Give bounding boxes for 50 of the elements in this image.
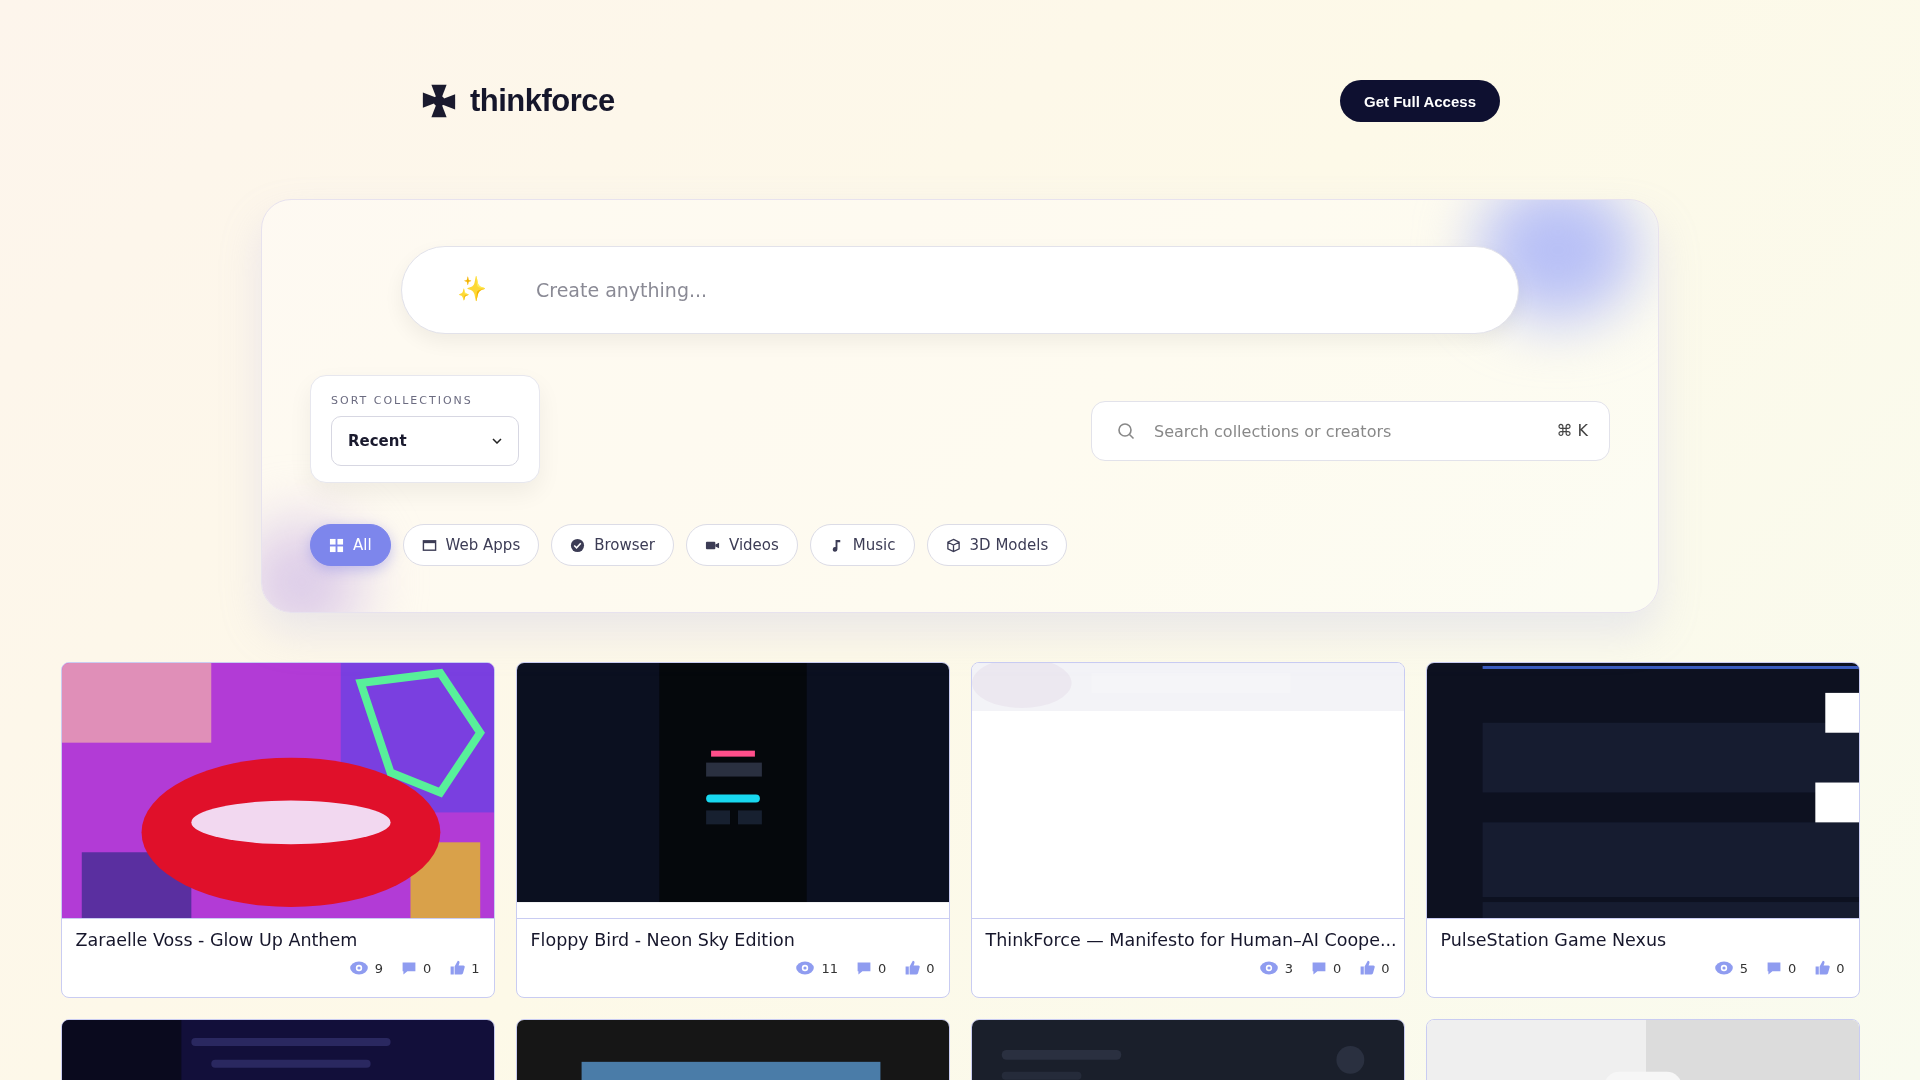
view-count: 9 [374,960,383,976]
logo-text: thinkforce [470,83,615,119]
window-icon [421,537,437,553]
filter-chip[interactable]: Music [809,524,915,566]
comment-icon [1310,960,1327,976]
thumbs-up-icon [1814,960,1831,976]
logo-icon [420,82,458,120]
comment-icon [400,960,417,976]
sparkle-icon: ✨ [457,275,487,303]
collection-card[interactable]: Floppy Bird - Neon Sky Edition 11 0 0 [515,662,950,998]
collection-card[interactable]: Zaraelle Voss - Glow Up Anthem 9 0 1 [60,662,495,998]
comment-count: 0 [1787,960,1797,976]
thumbs-up-icon [449,960,466,976]
eye-icon [1258,960,1279,976]
filter-chip[interactable]: Videos [686,524,798,566]
like-count: 1 [471,960,480,976]
eye-icon [795,960,816,976]
like-count: 0 [926,960,935,976]
filter-chip[interactable]: Browser [551,524,674,566]
eye-icon [348,960,369,976]
cube-icon [945,537,961,553]
filter-chip[interactable]: Web Apps [402,524,540,566]
thumbs-up-icon [904,960,921,976]
filter-chip[interactable]: 3D Models [926,524,1068,566]
get-access-button[interactable]: Get Full Access [1340,80,1500,122]
check-circle-icon [570,537,586,553]
view-count: 11 [821,960,838,976]
view-count: 3 [1284,960,1293,976]
comment-count: 0 [422,960,432,976]
card-title: Zaraelle Voss - Glow Up Anthem [74,929,359,950]
shortcut-hint: ⌘ K [1556,421,1588,441]
like-count: 0 [1836,960,1845,976]
collection-card[interactable]: PulseStation Game Nexus 5 0 0 [1425,662,1860,998]
comment-count: 0 [877,960,887,976]
comment-count: 0 [1332,960,1342,976]
collection-card[interactable]: ThinkForce — Manifesto for Human–AI Coope... 3 0 0 [970,662,1405,998]
sort-label: SORT COLLECTIONS [331,394,474,407]
eye-icon [1713,960,1734,976]
thumbs-up-icon [1359,960,1376,976]
comment-icon [1765,960,1782,976]
search-icon [1117,422,1135,440]
comment-icon [855,960,872,976]
grid-icon [329,537,344,553]
sort-dropdown[interactable]: Recent [331,416,519,466]
card-title: ThinkForce — Manifesto for Human–AI Coope... [984,929,1398,950]
chevron-icon [492,438,502,444]
card-title: PulseStation Game Nexus [1439,929,1668,950]
view-count: 5 [1739,960,1748,976]
like-count: 0 [1381,960,1390,976]
card-title: Floppy Bird - Neon Sky Edition [529,929,796,950]
